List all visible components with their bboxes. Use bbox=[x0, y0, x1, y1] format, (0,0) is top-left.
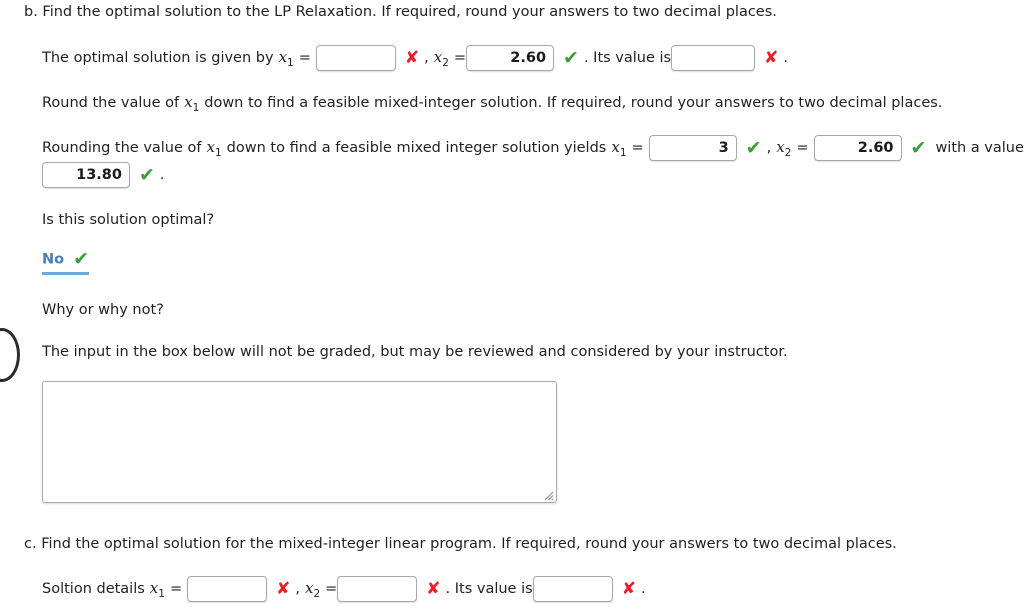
rounding-answer-line: Rounding the value of x1 down to find a fe… bbox=[42, 135, 1024, 163]
rounding-lead-x1-symbol: x1 bbox=[206, 138, 222, 159]
rounding-prompt-pre: Round the value of bbox=[42, 95, 180, 111]
part-c-value-label: . Its value is bbox=[445, 581, 533, 597]
part-c-x1-symbol: x1 bbox=[149, 579, 165, 600]
part-c-x1-equals: = bbox=[169, 581, 183, 597]
part-c-lead-text: Soltion details bbox=[42, 581, 145, 597]
rounding-value-period: . bbox=[159, 167, 165, 183]
rounding-x2-subscript: 2 bbox=[784, 147, 792, 159]
optimal-answer-select[interactable]: No ✔ bbox=[42, 248, 90, 275]
part-c-period: . bbox=[640, 581, 646, 597]
why-question-text: Why or why not? bbox=[42, 302, 164, 318]
rounding-prompt-post: down to find a feasible mixed-integer so… bbox=[204, 95, 943, 111]
rounding-lead-post: down to find a feasible mixed integer so… bbox=[226, 140, 607, 156]
rounding-value-line: ✔. bbox=[42, 162, 165, 188]
part-b-x1-input[interactable] bbox=[315, 45, 396, 71]
part-b-period: . bbox=[783, 50, 788, 66]
part-b-x1-equals: = bbox=[298, 50, 311, 66]
part-b-x2-symbol: x2 bbox=[433, 48, 449, 69]
rounding-x2-equals: = bbox=[796, 140, 809, 156]
rounding-comma: , bbox=[766, 140, 772, 156]
part-b-value-input[interactable] bbox=[671, 45, 756, 71]
part-c-x1-wrong-icon: ✘ bbox=[276, 578, 291, 599]
why-note-text: The input in the box below will not be g… bbox=[42, 344, 788, 360]
rounding-lead-pre: Rounding the value of bbox=[42, 140, 202, 156]
optimal-answer-value: No bbox=[42, 251, 65, 268]
part-b-x1-subscript: 1 bbox=[287, 57, 294, 69]
rounding-value-correct-icon: ✔ bbox=[139, 163, 155, 186]
page-edge-arc-artifact bbox=[0, 328, 20, 382]
rounding-x2-correct-icon: ✔ bbox=[910, 136, 927, 159]
part-c-answer-line: Soltion details x1 = ✘, x2 = ✘. Its value is ✘. bbox=[42, 576, 646, 604]
part-b-answer-line: The optimal solution is given by x1 = ✘, x2 =… bbox=[42, 45, 788, 73]
part-c-prompt: c. Find the optimal solution for the mix… bbox=[24, 536, 897, 552]
part-c-x2-input[interactable] bbox=[337, 576, 418, 602]
rounding-x2-symbol: x2 bbox=[776, 138, 792, 159]
part-b-x2-input[interactable] bbox=[466, 45, 555, 71]
rounding-x1-symbol: x1 bbox=[611, 138, 627, 159]
rounding-prompt: Round the value of x1 down to find a feasi… bbox=[42, 92, 942, 118]
part-c-x1-input[interactable] bbox=[187, 576, 268, 602]
part-b-value-wrong-icon: ✘ bbox=[764, 47, 779, 68]
part-c-value-wrong-icon: ✘ bbox=[621, 578, 636, 599]
rounding-value-input[interactable] bbox=[42, 162, 130, 188]
part-b-comma: , bbox=[424, 50, 429, 66]
part-c-x2-symbol: x2 bbox=[304, 579, 321, 600]
part-b-lead-text: The optimal solution is given by bbox=[42, 50, 274, 66]
optimal-answer-correct-icon: ✔ bbox=[73, 248, 90, 270]
optimal-question-text: Is this solution optimal? bbox=[42, 212, 215, 228]
part-b-x1-wrong-icon: ✘ bbox=[404, 47, 420, 68]
rounding-x1-equals: = bbox=[631, 140, 644, 156]
why-essay-textarea[interactable] bbox=[42, 381, 557, 503]
part-c-x2-equals: = bbox=[325, 581, 338, 597]
part-b-x2-subscript: 2 bbox=[442, 57, 449, 69]
part-c-x2-wrong-icon: ✘ bbox=[426, 578, 441, 599]
part-b-value-label: . Its value is bbox=[583, 50, 672, 66]
rounding-x1-correct-icon: ✔ bbox=[745, 136, 762, 159]
part-c-x1-subscript: 1 bbox=[158, 588, 165, 600]
part-b-x2-correct-icon: ✔ bbox=[563, 46, 579, 69]
part-b-x2-equals: = bbox=[453, 50, 467, 66]
rounding-x1-input[interactable] bbox=[648, 135, 737, 161]
essay-area-wrapper bbox=[42, 381, 557, 503]
rounding-prompt-x1-symbol: x1 bbox=[184, 93, 200, 114]
part-c-comma: , bbox=[295, 581, 300, 597]
part-c-x2-subscript: 2 bbox=[313, 588, 321, 600]
part-b-prompt: b. Find the optimal solution to the LP R… bbox=[24, 4, 777, 20]
rounding-x1-subscript: 1 bbox=[619, 147, 627, 159]
part-c-value-input[interactable] bbox=[532, 576, 613, 602]
rounding-tail-text: with a value of bbox=[935, 140, 1024, 156]
part-b-x1-symbol: x1 bbox=[278, 48, 294, 69]
rounding-x2-input[interactable] bbox=[813, 135, 902, 161]
